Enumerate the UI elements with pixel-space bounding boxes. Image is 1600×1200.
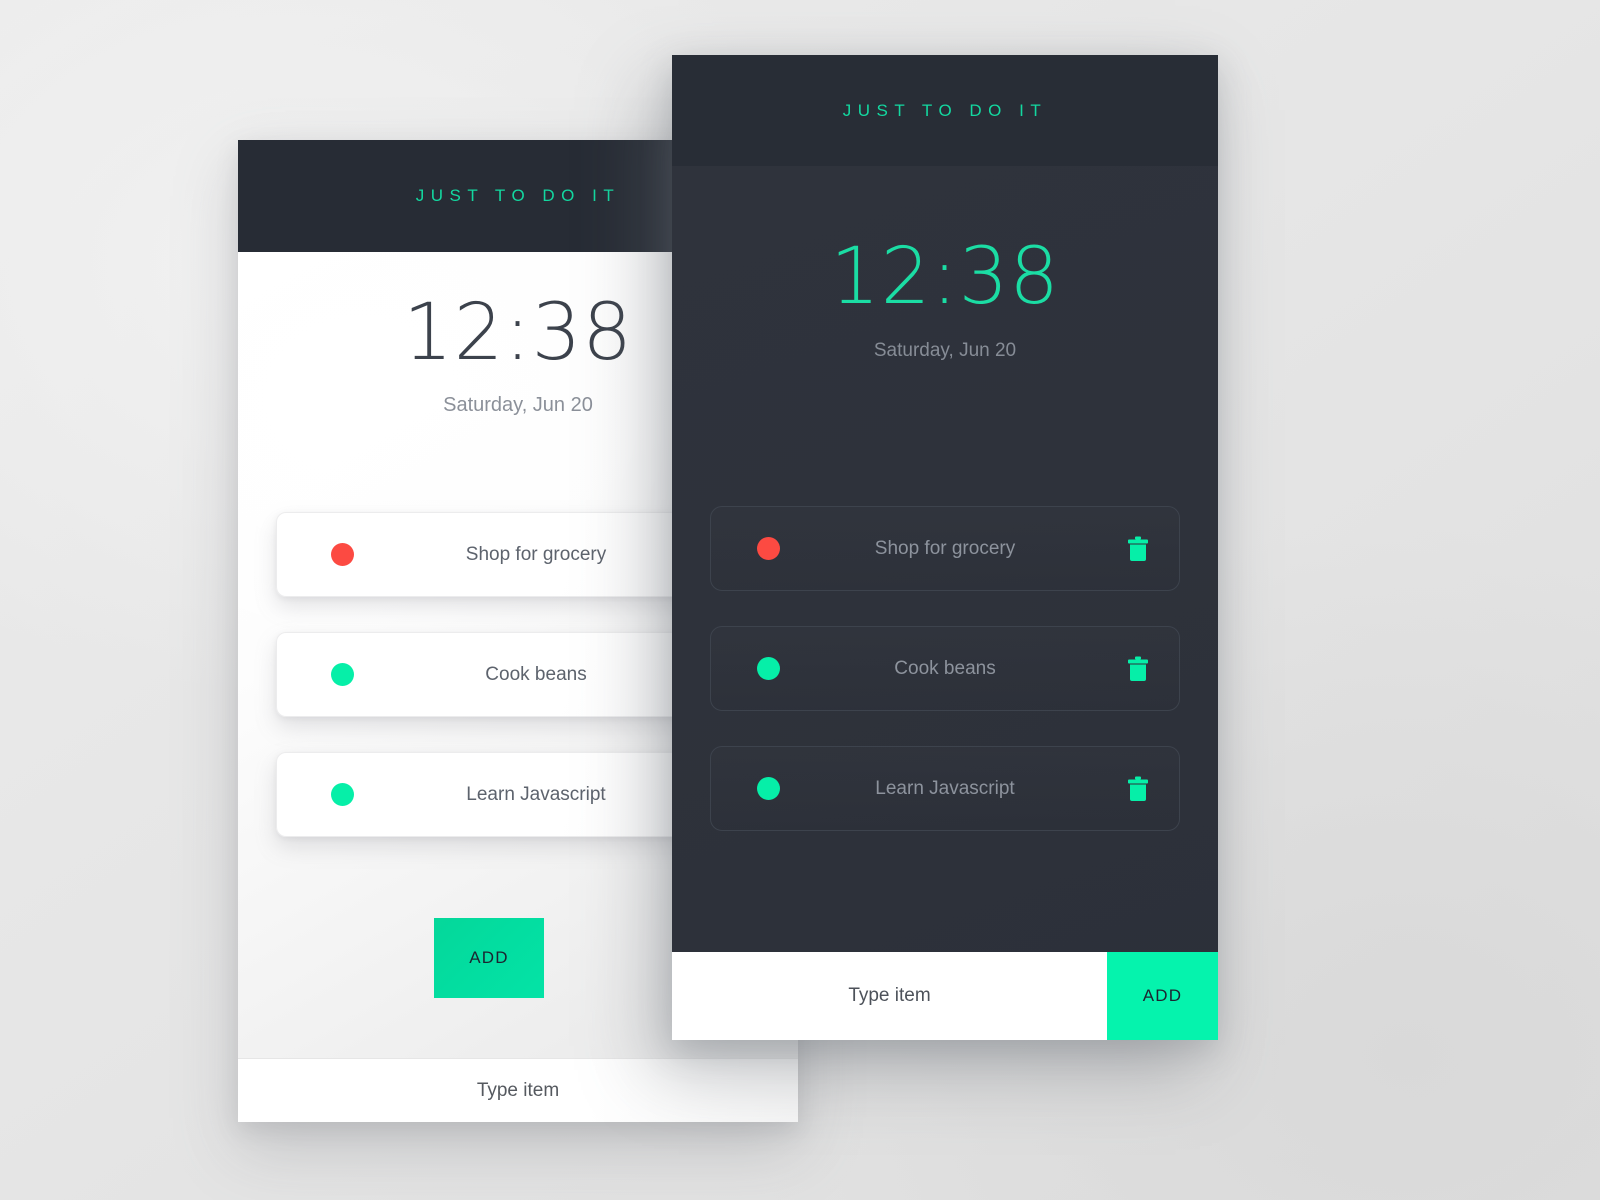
trash-icon[interactable]: [1125, 535, 1151, 563]
app-title: JUST TO DO IT: [842, 100, 1048, 120]
dark-card-header: JUST TO DO IT: [672, 55, 1218, 166]
dark-card-footer: Type item ADD: [672, 952, 1218, 1040]
list-item-label: Shop for grocery: [874, 537, 1016, 559]
dark-theme-todo-card: JUST TO DO IT 12:38 Saturday, Jun 20 Sho…: [672, 55, 1218, 1040]
trash-icon[interactable]: [1125, 655, 1151, 683]
list-item[interactable]: Learn Javascript: [710, 746, 1180, 831]
list-item[interactable]: Cook beans: [710, 626, 1180, 711]
clock-time: 12:38: [830, 232, 1060, 322]
dark-clock-block: 12:38 Saturday, Jun 20: [672, 238, 1218, 362]
list-item-label: Learn Javascript: [875, 777, 1015, 799]
dark-todo-list: Shop for grocery Cook beans Learn Javasc…: [710, 506, 1180, 866]
app-title: JUST TO DO IT: [415, 186, 621, 205]
add-item-button[interactable]: ADD: [1107, 952, 1218, 1040]
list-item[interactable]: Shop for grocery: [710, 506, 1180, 591]
light-card-footer: Type item: [238, 1058, 798, 1122]
add-item-button[interactable]: ADD: [434, 918, 544, 998]
trash-icon[interactable]: [1125, 775, 1151, 803]
dark-card-body: 12:38 Saturday, Jun 20 Shop for grocery …: [672, 166, 1218, 1040]
new-item-input[interactable]: Type item: [848, 985, 930, 1007]
list-item-label: Cook beans: [894, 657, 996, 679]
new-item-input[interactable]: Type item: [477, 1080, 559, 1102]
clock-date: Saturday, Jun 20: [873, 340, 1017, 361]
new-item-input-wrap[interactable]: Type item: [672, 952, 1107, 1040]
